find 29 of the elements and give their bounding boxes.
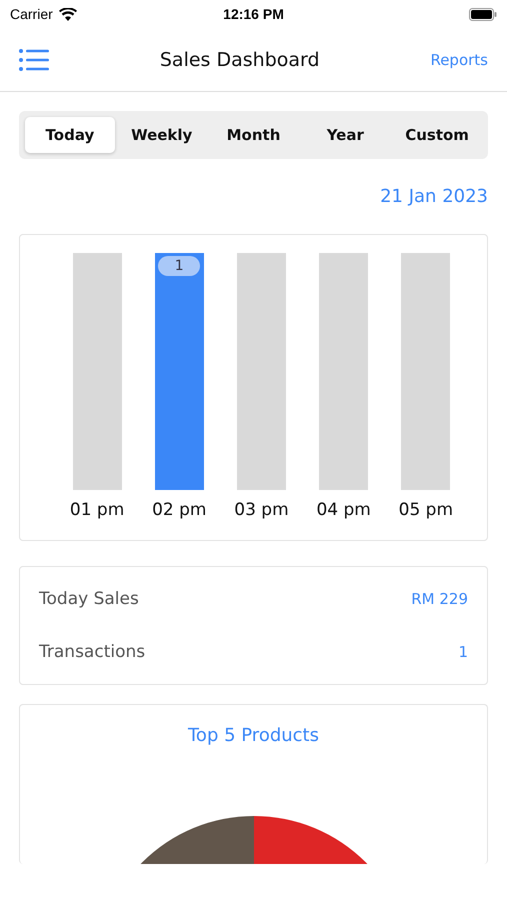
- period-tab[interactable]: Year: [300, 117, 390, 153]
- hour-bar[interactable]: [72, 253, 122, 490]
- summary-value: RM 229: [411, 590, 468, 608]
- screen-title: Sales Dashboard: [160, 48, 320, 70]
- hour-label: 02 pm: [152, 500, 206, 520]
- hour-bar[interactable]: [401, 253, 450, 490]
- hour-bar[interactable]: [236, 253, 286, 490]
- wifi-icon: [58, 8, 77, 20]
- battery-icon: [469, 8, 498, 20]
- hour-label: 04 pm: [316, 500, 371, 520]
- hour-label: 01 pm: [70, 500, 124, 520]
- selected-date[interactable]: 21 Jan 2023: [380, 186, 488, 207]
- menu-icon[interactable]: [19, 48, 49, 70]
- period-tab[interactable]: Weekly: [116, 117, 207, 153]
- hour-label: 03 pm: [234, 500, 289, 520]
- summary-label: Today Sales: [39, 589, 139, 610]
- status-time: 12:16 PM: [223, 6, 284, 22]
- products-title: Top 5 Products: [188, 725, 319, 746]
- period-tab[interactable]: Month: [208, 117, 298, 153]
- hour-label: 05 pm: [398, 500, 454, 520]
- summary-label: Transactions: [39, 642, 146, 662]
- reports-link[interactable]: Reports: [430, 50, 488, 68]
- summary-value: 1: [458, 642, 468, 661]
- carrier-name: Carrier: [10, 6, 53, 22]
- hour-bar[interactable]: 1: [154, 253, 204, 490]
- value-label: 1: [158, 256, 200, 276]
- period-tab[interactable]: Custom: [392, 117, 482, 153]
- period-tab[interactable]: Today: [25, 117, 115, 153]
- hour-bar[interactable]: [319, 253, 368, 490]
